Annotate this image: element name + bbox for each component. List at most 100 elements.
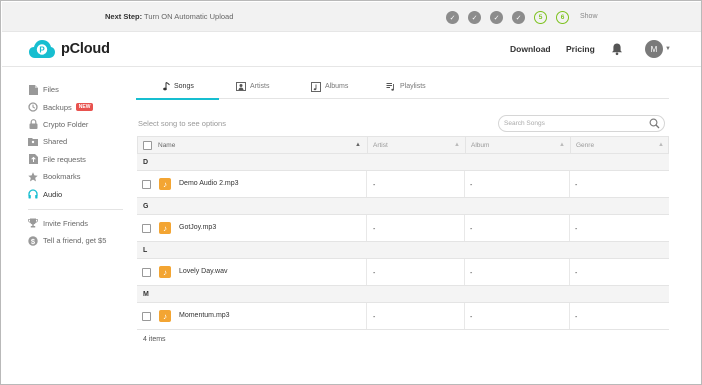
song-name[interactable]: Momentum.mp3 [179,312,230,319]
tab-albums[interactable]: Albums [311,74,348,99]
bell-icon[interactable] [610,42,624,56]
column-divider [569,303,570,329]
note-icon [163,82,170,91]
column-divider [366,303,367,329]
step-1-check-icon[interactable]: ✓ [446,11,459,24]
row-checkbox[interactable] [142,180,151,189]
file-request-icon [28,154,38,165]
search-icon[interactable] [649,118,660,129]
pcloud-logo-icon[interactable]: P [29,39,55,59]
step-2-check-icon[interactable]: ✓ [468,11,481,24]
table-row[interactable]: ♪ Momentum.mp3 - - - [137,303,669,330]
step-5[interactable]: 5 [534,11,547,24]
table-row[interactable]: ♪ Lovely Day.wav - - - [137,259,669,286]
sort-up-icon[interactable]: ▲ [355,142,361,148]
search-input[interactable]: Search Songs [498,115,665,132]
album-icon [311,81,321,92]
sidebar-item-invite-friends[interactable]: Invite Friends [28,215,128,232]
column-divider [366,215,367,241]
album-cell: - [470,182,473,189]
new-badge: NEW [75,103,94,112]
backup-icon [28,102,38,112]
album-cell: - [470,226,473,233]
sidebar-item-tell-a-friend[interactable]: $ Tell a friend, get $5 [28,232,128,249]
sidebar-item-label: Tell a friend, get $5 [43,236,107,246]
song-name[interactable]: Lovely Day.wav [179,268,228,275]
column-label: Album [471,142,490,149]
sidebar-item-label: Audio [43,189,63,199]
sidebar-item-file-requests[interactable]: File requests [28,151,128,168]
sidebar-item-shared[interactable]: Shared [28,133,128,150]
sidebar-item-label: Backups [43,102,72,112]
trophy-icon [28,218,38,228]
genre-cell: - [575,270,578,277]
pricing-link[interactable]: Pricing [566,44,595,54]
column-label: Genre [576,142,595,149]
row-checkbox[interactable] [142,312,151,321]
audio-tabs: Songs Artists Albums Playlists [136,74,669,100]
column-header-genre[interactable]: Genre ▲ [576,137,669,154]
step-6[interactable]: 6 [556,11,569,24]
selection-hint: Select song to see options [138,119,226,128]
sidebar-item-audio[interactable]: Audio [28,185,128,202]
sidebar-item-bookmarks[interactable]: Bookmarks [28,168,128,185]
album-cell: - [470,270,473,277]
column-divider [465,137,466,154]
shared-folder-icon [28,137,38,147]
headphones-icon [28,189,38,199]
column-label: Artist [373,142,388,149]
step-3-check-icon[interactable]: ✓ [490,11,503,24]
genre-cell: - [575,226,578,233]
star-icon [28,171,38,182]
sort-up-icon[interactable]: ▲ [658,142,664,148]
select-all-checkbox[interactable] [143,141,152,150]
playlist-icon [386,82,396,92]
logo-text[interactable]: pCloud [61,41,110,57]
artist-cell: - [373,270,376,277]
artist-cell: - [373,226,376,233]
svg-text:P: P [39,46,45,55]
column-divider [570,137,571,154]
audio-file-icon: ♪ [159,310,171,322]
audio-file-icon: ♪ [159,266,171,278]
group-header: M [137,286,669,303]
song-name[interactable]: Demo Audio 2.mp3 [179,180,239,187]
sidebar-item-backups[interactable]: Backups NEW [28,98,128,115]
audio-file-icon: ♪ [159,178,171,190]
show-steps-link[interactable]: Show [580,13,598,20]
genre-cell: - [575,314,578,321]
column-divider [569,171,570,197]
chevron-down-icon[interactable]: ▼ [665,46,671,52]
next-step-banner: Next Step: Turn ON Automatic Upload ✓ ✓ … [2,2,701,32]
next-step-label: Next Step: [105,12,143,21]
row-checkbox[interactable] [142,224,151,233]
song-name[interactable]: GotJoy.mp3 [179,224,216,231]
tab-artists[interactable]: Artists [236,74,269,99]
avatar[interactable]: M [645,40,663,58]
sidebar-item-files[interactable]: Files [28,81,128,98]
songs-table: Name ▲ Artist ▲ Album ▲ Genre ▲ D ♪ Demo… [137,136,669,330]
next-step-value[interactable]: Turn ON Automatic Upload [144,12,233,21]
sort-up-icon[interactable]: ▲ [454,142,460,148]
row-checkbox[interactable] [142,268,151,277]
top-header: P pCloud Download Pricing M ▼ [2,32,701,67]
column-header-name[interactable]: Name ▲ [158,137,366,154]
sidebar-item-crypto-folder[interactable]: Crypto Folder [28,116,128,133]
column-divider [464,259,465,285]
tab-songs[interactable]: Songs [136,74,219,100]
group-header: D [137,154,669,171]
next-step-text: Next Step: Turn ON Automatic Upload [105,12,233,21]
sort-up-icon[interactable]: ▲ [559,142,565,148]
table-row[interactable]: ♪ GotJoy.mp3 - - - [137,215,669,242]
artist-cell: - [373,314,376,321]
download-link[interactable]: Download [510,44,551,54]
artist-cell: - [373,182,376,189]
column-header-album[interactable]: Album ▲ [471,137,570,154]
tab-playlists[interactable]: Playlists [386,74,426,99]
step-4-check-icon[interactable]: ✓ [512,11,525,24]
column-divider [569,259,570,285]
group-header: G [137,198,669,215]
column-header-artist[interactable]: Artist ▲ [373,137,465,154]
sidebar-item-label: Invite Friends [43,218,89,228]
table-row[interactable]: ♪ Demo Audio 2.mp3 - - - [137,171,669,198]
